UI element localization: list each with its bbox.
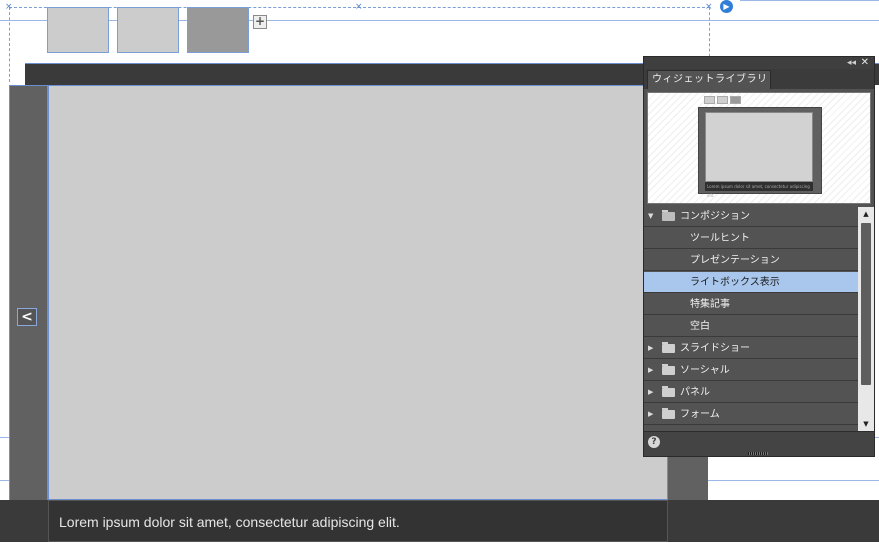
- tree-item-label: フォーム: [680, 409, 720, 420]
- preview-caption: Lorem ipsum dolor sit amet, consectetur …: [705, 182, 813, 198]
- folder-open-icon: [662, 210, 675, 221]
- guide-line: [709, 7, 710, 62]
- scroll-thumb[interactable]: [861, 223, 871, 385]
- tree-item-label: パネル: [680, 387, 710, 398]
- thumbnail-active[interactable]: [187, 7, 249, 53]
- folder-icon: [662, 364, 675, 375]
- folder-icon: [662, 408, 675, 419]
- help-icon[interactable]: ?: [648, 436, 660, 448]
- scroll-down-icon[interactable]: ▼: [858, 417, 874, 431]
- add-thumbnail-button[interactable]: +: [253, 15, 267, 29]
- tree-item-label: ツールヒント: [690, 233, 750, 244]
- guide-line: [9, 7, 10, 82]
- preview-thumbnail: [730, 96, 741, 104]
- thumbnail[interactable]: [117, 7, 179, 53]
- collapse-icon[interactable]: ◂◂: [847, 57, 856, 69]
- tree-folder[interactable]: ▼ コンポジション: [644, 206, 858, 227]
- scrollbar[interactable]: ▲ ▼: [858, 207, 874, 431]
- tree-item-label: プレゼンテーション: [690, 255, 780, 266]
- preview-thumbnail: [704, 96, 715, 104]
- tree-folder[interactable]: ▶ スライドショー: [644, 338, 858, 359]
- folder-icon: [662, 386, 675, 397]
- expand-right-icon[interactable]: ▶: [648, 360, 653, 381]
- play-icon[interactable]: ▶: [720, 0, 733, 13]
- tree-folder[interactable]: ▶ フォーム: [644, 404, 858, 425]
- tree-item[interactable]: ツールヒント: [644, 228, 858, 249]
- tree-item-label: ライトボックス表示: [690, 277, 780, 288]
- widget-library-panel: ◂◂ ✕ ウィジェットライブラリ Lorem ipsum dolor sit a…: [643, 56, 875, 457]
- guide-line: [740, 0, 879, 1]
- tab-widget-library[interactable]: ウィジェットライブラリ: [647, 70, 771, 89]
- resize-grip[interactable]: [748, 452, 768, 455]
- expand-right-icon[interactable]: ▶: [648, 338, 653, 359]
- folder-icon: [662, 342, 675, 353]
- handle-icon[interactable]: ×: [355, 3, 363, 12]
- panel-titlebar[interactable]: ◂◂ ✕: [644, 57, 874, 69]
- scroll-up-icon[interactable]: ▲: [858, 207, 874, 221]
- handle-icon[interactable]: ×: [5, 3, 13, 12]
- close-icon[interactable]: ✕: [861, 57, 869, 69]
- preview-image: [705, 112, 813, 182]
- tree-folder[interactable]: ▶ ソーシャル: [644, 360, 858, 381]
- tree-item[interactable]: 特集記事: [644, 294, 858, 315]
- lightbox-image-container[interactable]: [48, 85, 668, 500]
- widget-tree: ▼ コンポジションツールヒントプレゼンテーション ライトボックス表示 特集記事空白 ▶ ス…: [644, 206, 858, 431]
- tree-item-label: 空白: [690, 321, 710, 332]
- tree-item-label: コンポジション: [680, 211, 750, 222]
- tree-item[interactable]: ライトボックス表示: [644, 272, 858, 293]
- tree-item[interactable]: プレゼンテーション: [644, 250, 858, 271]
- panel-footer: ?: [644, 431, 874, 456]
- tree-item-label: ソーシャル: [680, 365, 730, 376]
- expand-right-icon[interactable]: ▶: [648, 404, 653, 425]
- tree-item-label: 特集記事: [690, 299, 730, 310]
- prev-button[interactable]: <: [17, 308, 37, 326]
- thumbnail[interactable]: [47, 7, 109, 53]
- handle-icon[interactable]: ×: [705, 3, 713, 12]
- tree-folder[interactable]: ▶ パネル: [644, 382, 858, 403]
- preview-thumbnail: [717, 96, 728, 104]
- expand-right-icon[interactable]: ▶: [648, 382, 653, 403]
- tree-item-label: スライドショー: [680, 343, 750, 354]
- preview-lightbox: Lorem ipsum dolor sit amet, consectetur …: [698, 107, 822, 198]
- widget-preview: Lorem ipsum dolor sit amet, consectetur …: [647, 92, 871, 204]
- caption-text[interactable]: Lorem ipsum dolor sit amet, consectetur …: [48, 500, 668, 542]
- tree-item[interactable]: 空白: [644, 316, 858, 337]
- expand-down-icon[interactable]: ▼: [648, 206, 653, 227]
